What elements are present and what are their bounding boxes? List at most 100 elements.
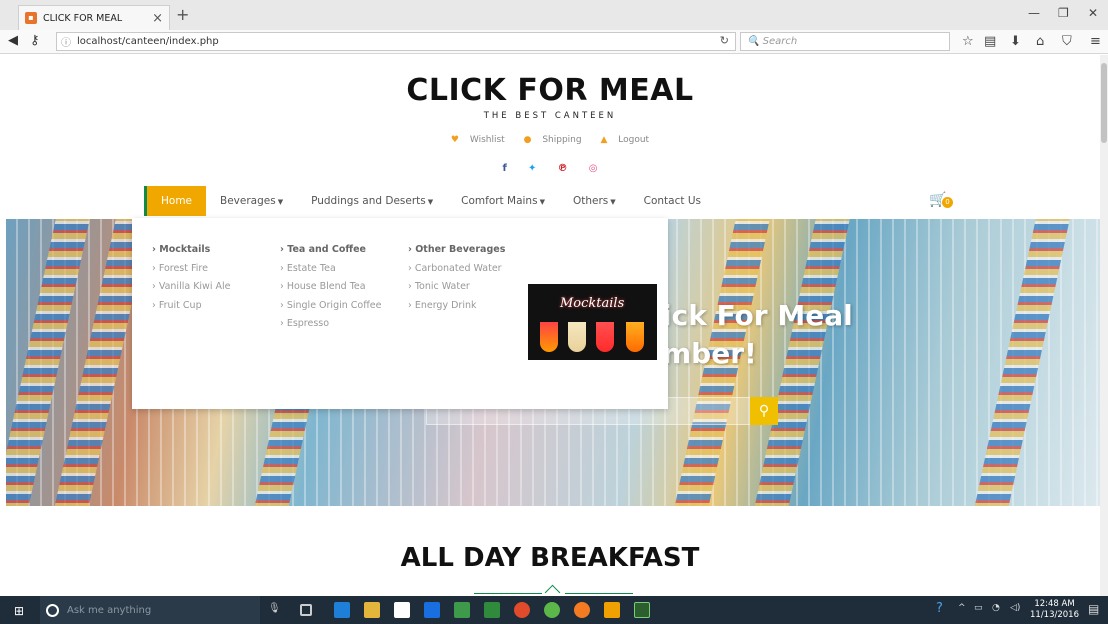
dropdown-item[interactable]: › Tonic Water: [408, 281, 505, 300]
facebook-icon[interactable]: f: [502, 163, 506, 174]
hero-search-button[interactable]: ⚲: [750, 397, 778, 425]
close-tab-icon[interactable]: ×: [152, 11, 163, 26]
dropdown-item[interactable]: › Fruit Cup: [152, 300, 230, 319]
xampp-icon[interactable]: [604, 602, 620, 618]
notifications-icon[interactable]: ▤: [1088, 602, 1099, 616]
cortana-placeholder: Ask me anything: [67, 604, 152, 616]
site-title: CLICK FOR MEAL: [406, 73, 694, 108]
person-icon: ▲: [600, 135, 608, 145]
drink-glass-graphic: [540, 322, 558, 352]
dropdown-heading[interactable]: › Tea and Coffee: [280, 244, 381, 263]
cortana-icon: [46, 603, 59, 617]
microphone-icon[interactable]: 🎙: [268, 603, 281, 614]
section-title: ALL DAY BREAKFAST: [400, 543, 700, 573]
browser-toolbar: ◀ ⚷ ⓘ localhost/canteen/index.php ↻ 🔍 Se…: [0, 30, 1108, 54]
section-divider-diamond: [544, 584, 561, 596]
browser-tab-bar: ▪ CLICK FOR MEAL × + — ❐ ✕: [0, 0, 1108, 30]
windows-start-icon[interactable]: ⊞: [14, 604, 24, 618]
heart-icon: ♥: [450, 135, 459, 145]
tab-title: CLICK FOR MEAL: [43, 12, 123, 24]
minimize-icon[interactable]: —: [1028, 6, 1040, 20]
battery-icon[interactable]: ▭: [974, 603, 983, 613]
user-icon: ●: [523, 135, 532, 145]
app-icon[interactable]: [544, 602, 560, 618]
shipping-link[interactable]: ● Shipping: [520, 135, 586, 145]
menu-beverages[interactable]: Beverages ▼: [206, 186, 297, 216]
bookmark-star-icon[interactable]: ☆: [962, 34, 974, 49]
windows-taskbar: ⊞ Ask me anything 🎙 ? ^ ▭ ◔ ◁) 12:48 AM …: [0, 596, 1108, 624]
dropdown-item[interactable]: › Espresso: [280, 318, 381, 337]
dropdown-item[interactable]: › House Blend Tea: [280, 281, 381, 300]
shelf-graphic: [754, 219, 852, 506]
menu-home[interactable]: Home: [144, 186, 207, 216]
app-icon[interactable]: [454, 602, 470, 618]
hero-heading-line2: mber!: [662, 337, 757, 370]
dribbble-icon[interactable]: ◎: [589, 163, 598, 174]
back-icon[interactable]: ◀: [8, 33, 18, 48]
info-icon[interactable]: ⓘ: [61, 34, 71, 49]
firefox-icon[interactable]: [574, 602, 590, 618]
scrollbar-thumb[interactable]: [1101, 63, 1107, 143]
chrome-icon[interactable]: [514, 602, 530, 618]
chevron-up-icon[interactable]: ^: [958, 603, 966, 613]
mocktails-image-label: Mocktails: [560, 296, 625, 311]
app-icon[interactable]: [484, 602, 500, 618]
close-window-icon[interactable]: ✕: [1088, 6, 1098, 20]
reload-icon[interactable]: ↻: [720, 34, 729, 47]
dropdown-item[interactable]: › Carbonated Water: [408, 263, 505, 282]
task-view-icon[interactable]: [300, 604, 312, 616]
download-icon[interactable]: ⬇: [1010, 34, 1021, 49]
wifi-icon[interactable]: ◔: [992, 603, 1000, 613]
mocktails-promo-image[interactable]: Mocktails: [528, 284, 657, 360]
restore-icon[interactable]: ❐: [1058, 6, 1069, 20]
dropdown-heading[interactable]: › Other Beverages: [408, 244, 505, 263]
page-scrollbar[interactable]: [1100, 55, 1108, 596]
wishlist-link[interactable]: ♥ Wishlist: [447, 135, 509, 145]
dreamweaver-icon[interactable]: [634, 602, 650, 618]
caret-down-icon: ▼: [539, 198, 545, 206]
pocket-icon[interactable]: ⛉: [1062, 34, 1072, 49]
pinterest-icon[interactable]: ℗: [558, 163, 568, 174]
twitter-icon[interactable]: ✦: [528, 163, 536, 174]
volume-icon[interactable]: ◁): [1010, 603, 1020, 613]
dropdown-column-tea-coffee: › Tea and Coffee › Estate Tea › House Bl…: [280, 244, 381, 337]
dropbox-icon[interactable]: [424, 602, 440, 618]
reading-list-icon[interactable]: ▤: [984, 34, 996, 49]
dropdown-item[interactable]: › Vanilla Kiwi Ale: [152, 281, 230, 300]
cart-count-badge: 0: [942, 197, 953, 208]
account-links: ♥ Wishlist ● Shipping ▲ Logout: [0, 135, 1100, 145]
dropdown-item[interactable]: › Energy Drink: [408, 300, 505, 319]
cortana-search-box[interactable]: Ask me anything 🎙: [40, 596, 281, 624]
main-menu: Home Beverages ▼ Puddings and Deserts ▼ Co…: [144, 186, 984, 216]
web-page: CLICK FOR MEAL THE BEST CANTEEN ♥ Wishli…: [0, 55, 1100, 596]
menu-puddings[interactable]: Puddings and Deserts ▼: [297, 186, 447, 216]
dropdown-item[interactable]: › Estate Tea: [280, 263, 381, 282]
dropdown-item[interactable]: › Single Origin Coffee: [280, 300, 381, 319]
store-icon[interactable]: [394, 602, 410, 618]
key-icon: ⚷: [30, 33, 40, 48]
menu-comfort-mains[interactable]: Comfort Mains ▼: [447, 186, 559, 216]
site-favicon-icon: ▪: [25, 12, 37, 24]
home-icon[interactable]: ⌂: [1036, 34, 1044, 49]
drink-glass-graphic: [626, 322, 644, 352]
beverages-dropdown: › Mocktails › Forest Fire › Vanilla Kiwi…: [132, 218, 668, 409]
edge-browser-icon[interactable]: [334, 602, 350, 618]
file-explorer-icon[interactable]: [364, 602, 380, 618]
search-bar[interactable]: 🔍 Search: [740, 32, 950, 51]
dropdown-item[interactable]: › Forest Fire: [152, 263, 230, 282]
browser-tab[interactable]: ▪ CLICK FOR MEAL ×: [18, 5, 170, 30]
hero-heading-line1: ick For Meal: [662, 299, 853, 332]
section-divider-right: [565, 593, 633, 594]
new-tab-button[interactable]: +: [176, 5, 189, 24]
menu-others[interactable]: Others ▼: [559, 186, 630, 216]
menu-icon[interactable]: ≡: [1090, 34, 1101, 49]
url-text: localhost/canteen/index.php: [77, 36, 219, 47]
clock-time: 12:48 AM: [1034, 599, 1075, 609]
url-bar[interactable]: ⓘ localhost/canteen/index.php ↻: [56, 32, 736, 51]
help-icon[interactable]: ?: [936, 601, 943, 616]
system-clock[interactable]: 12:48 AM 11/13/2016: [1030, 599, 1079, 621]
logout-link[interactable]: ▲ Logout: [596, 135, 653, 145]
dropdown-heading[interactable]: › Mocktails: [152, 244, 230, 263]
menu-contact[interactable]: Contact Us: [630, 186, 715, 216]
dropdown-column-mocktails: › Mocktails › Forest Fire › Vanilla Kiwi…: [152, 244, 230, 318]
